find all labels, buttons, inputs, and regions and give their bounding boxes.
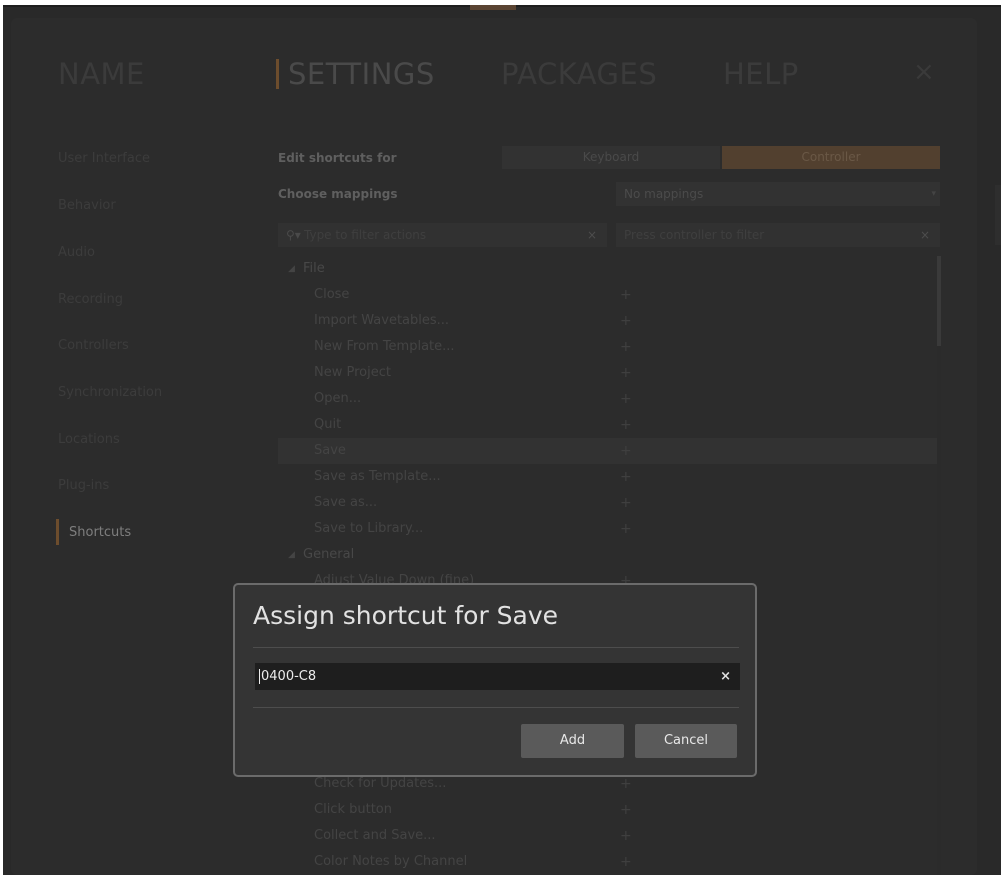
tab-name[interactable]: NAME xyxy=(58,57,145,91)
keyboard-toggle[interactable]: Keyboard xyxy=(502,146,720,169)
scrollbar-track[interactable] xyxy=(937,256,941,875)
edit-shortcuts-label: Edit shortcuts for xyxy=(278,151,397,165)
dialog-title: Assign shortcut for Save xyxy=(253,601,559,630)
tree-item[interactable]: Save as Template... + xyxy=(278,464,938,490)
divider xyxy=(253,647,739,648)
filter-actions-input[interactable]: ⚲▾ Type to filter actions × xyxy=(278,223,607,247)
tree-item[interactable]: Quit + xyxy=(278,412,938,438)
tab-settings[interactable]: SETTINGS xyxy=(288,57,435,91)
tree-group-general[interactable]: ◢ General xyxy=(278,542,938,568)
active-tab-marker xyxy=(276,59,279,89)
tree-item[interactable]: Click button + xyxy=(278,797,938,823)
add-shortcut-icon[interactable]: + xyxy=(620,438,632,464)
active-sidebar-marker xyxy=(56,519,59,545)
controller-toggle[interactable]: Controller xyxy=(722,146,940,169)
clear-filter-icon[interactable]: × xyxy=(587,223,597,247)
add-shortcut-icon[interactable]: + xyxy=(620,412,632,438)
sidebar-item-shortcuts[interactable]: Shortcuts xyxy=(69,525,131,540)
tab-packages[interactable]: PACKAGES xyxy=(501,57,657,91)
mappings-select[interactable]: No mappings ▾ xyxy=(616,182,940,206)
sidebar-item-controllers[interactable]: Controllers xyxy=(58,338,129,353)
tree-item[interactable]: Import Wavetables... + xyxy=(278,308,938,334)
add-shortcut-icon[interactable]: + xyxy=(620,516,632,542)
collapse-triangle-icon[interactable]: ◢ xyxy=(288,256,295,282)
clear-input-icon[interactable]: × xyxy=(720,663,731,690)
tree-item-selected[interactable]: Save + xyxy=(278,438,938,464)
chevron-down-icon: ▾ xyxy=(931,189,936,199)
tree-item[interactable]: Collect and Save... + xyxy=(278,823,938,849)
clear-controller-filter-icon[interactable]: × xyxy=(920,223,930,247)
assign-shortcut-dialog: Assign shortcut for Save 0400-C8 × Add C… xyxy=(233,583,757,777)
filter-controller-placeholder: Press controller to filter xyxy=(624,228,765,242)
divider xyxy=(253,707,739,708)
actions-tree: ◢ File Close + Import Wavetables... + New F… xyxy=(278,256,938,594)
window-edge xyxy=(995,185,1001,245)
text-caret xyxy=(259,669,260,684)
close-icon[interactable]: × xyxy=(913,57,935,87)
add-shortcut-icon[interactable]: + xyxy=(620,308,632,334)
tree-item[interactable]: Save as... + xyxy=(278,490,938,516)
tree-item[interactable]: Close + xyxy=(278,282,938,308)
search-icon: ⚲▾ xyxy=(286,228,301,242)
shortcut-input-value: 0400-C8 xyxy=(261,669,317,684)
add-shortcut-icon[interactable]: + xyxy=(620,386,632,412)
tree-item[interactable]: Open... + xyxy=(278,386,938,412)
add-shortcut-icon[interactable]: + xyxy=(620,360,632,386)
add-shortcut-icon[interactable]: + xyxy=(620,464,632,490)
tree-group-file[interactable]: ◢ File xyxy=(278,256,938,282)
add-shortcut-icon[interactable]: + xyxy=(620,490,632,516)
add-button[interactable]: Add xyxy=(521,724,624,758)
collapse-triangle-icon[interactable]: ◢ xyxy=(288,542,295,568)
scrollbar-thumb[interactable] xyxy=(937,256,941,346)
tab-help[interactable]: HELP xyxy=(723,57,799,91)
filter-controller-input[interactable]: Press controller to filter × xyxy=(616,223,940,247)
sidebar-item-locations[interactable]: Locations xyxy=(58,432,120,447)
add-shortcut-icon[interactable]: + xyxy=(620,334,632,360)
sidebar-item-behavior[interactable]: Behavior xyxy=(58,198,116,213)
mappings-select-value: No mappings xyxy=(624,187,704,201)
choose-mappings-label: Choose mappings xyxy=(278,187,398,201)
sidebar-item-plug-ins[interactable]: Plug-ins xyxy=(58,478,109,493)
filter-actions-placeholder: Type to filter actions xyxy=(304,228,427,242)
add-shortcut-icon[interactable]: + xyxy=(620,823,632,849)
tree-item[interactable]: New Project + xyxy=(278,360,938,386)
sidebar-item-synchronization[interactable]: Synchronization xyxy=(58,385,162,400)
sidebar-item-recording[interactable]: Recording xyxy=(58,292,123,307)
add-shortcut-icon[interactable]: + xyxy=(620,282,632,308)
tree-item[interactable]: Color Notes by Channel + xyxy=(278,849,938,875)
add-shortcut-icon[interactable]: + xyxy=(620,797,632,823)
actions-tree-continued: Check for Updates... + Click button + Coll… xyxy=(278,771,938,875)
cancel-button[interactable]: Cancel xyxy=(635,724,737,758)
shortcut-input[interactable]: 0400-C8 × xyxy=(255,663,740,690)
sidebar-item-audio[interactable]: Audio xyxy=(58,245,95,260)
tree-item[interactable]: Save to Library... + xyxy=(278,516,938,542)
tree-item[interactable]: New From Template... + xyxy=(278,334,938,360)
title-bar xyxy=(3,5,1001,10)
title-bar-accent xyxy=(470,5,516,10)
add-shortcut-icon[interactable]: + xyxy=(620,849,632,875)
sidebar-item-user-interface[interactable]: User Interface xyxy=(58,151,150,166)
